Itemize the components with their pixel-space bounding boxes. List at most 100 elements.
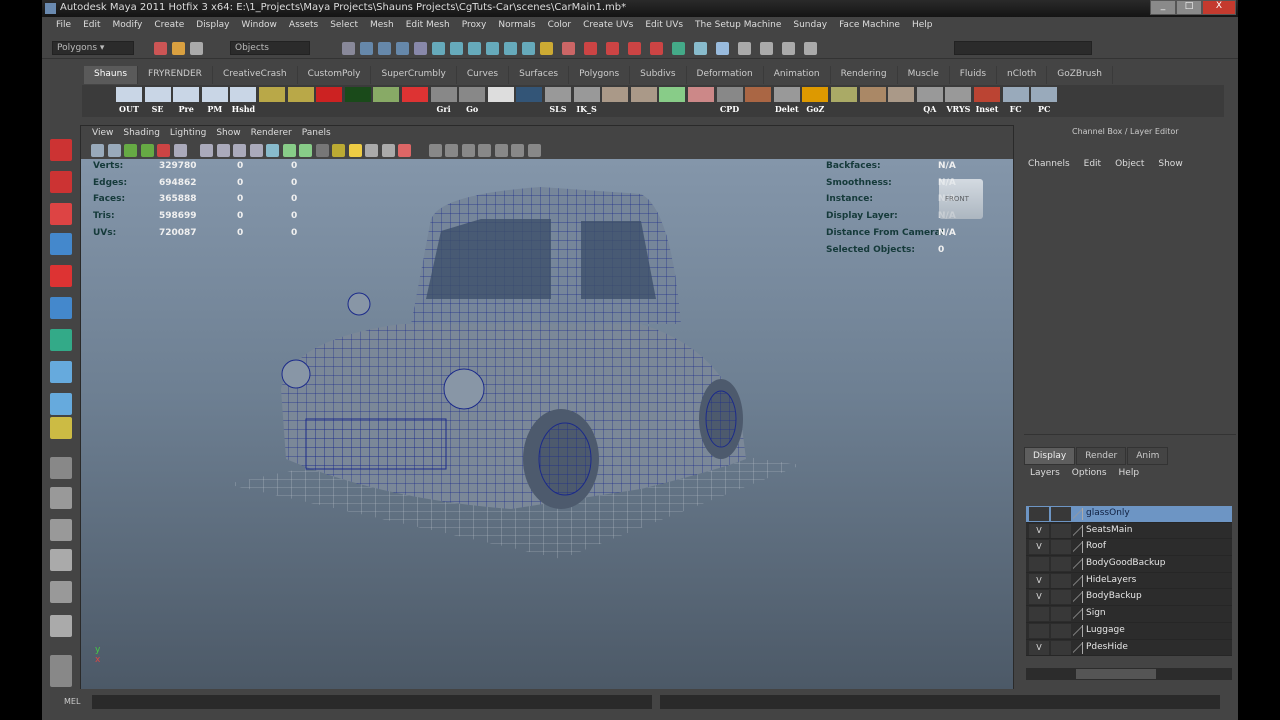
panel-menu-renderer[interactable]: Renderer [246, 126, 297, 142]
panel-tool-icon[interactable] [398, 144, 411, 157]
panel-tool-icon[interactable] [249, 144, 263, 157]
status-tool-icon[interactable] [738, 42, 751, 55]
shelf-tab-supercrumbly[interactable]: SuperCrumbly [371, 66, 457, 84]
shelf-button-se[interactable]: SE [144, 87, 171, 114]
tool-icon[interactable] [50, 203, 72, 225]
shelf-button-goz[interactable]: GoZ [802, 87, 829, 114]
shelf-button-tool-26[interactable] [859, 87, 886, 114]
layer-row[interactable]: V Roof [1026, 539, 1232, 557]
layer-color-swatch[interactable] [1073, 541, 1083, 554]
tool-icon[interactable] [50, 393, 72, 415]
shelf-button-vrys[interactable]: VRYS [945, 87, 972, 114]
layer-row[interactable]: Luggage [1026, 623, 1232, 640]
status-tool-icon[interactable] [782, 42, 795, 55]
layer-row[interactable]: V SeatsMain [1026, 523, 1232, 540]
status-tool-icon[interactable] [414, 42, 427, 55]
layer-color-swatch[interactable] [1073, 574, 1083, 587]
tool-icon[interactable] [50, 487, 72, 509]
menu-window[interactable]: Window [235, 17, 283, 36]
shelf-button-tool-22[interactable] [745, 87, 772, 114]
tool-icon[interactable] [50, 361, 72, 383]
layer-row[interactable]: glassOnly [1026, 506, 1232, 523]
shelf-button-inset[interactable]: Inset [974, 87, 1000, 114]
tool-icon[interactable] [50, 665, 72, 687]
status-tool-icon[interactable] [190, 42, 203, 55]
panel-tool-icon[interactable] [461, 144, 475, 157]
panel-tool-icon[interactable] [140, 144, 154, 157]
panel-tool-icon[interactable] [445, 144, 458, 157]
panel-tool-icon[interactable] [173, 144, 187, 157]
shelf-button-tool-10[interactable] [402, 87, 428, 114]
status-tool-icon[interactable] [396, 42, 409, 55]
menu-create-uvs[interactable]: Create UVs [577, 17, 639, 36]
layer-menu-layers[interactable]: Layers [1030, 468, 1060, 478]
menu-edit-uvs[interactable]: Edit UVs [639, 17, 689, 36]
tool-icon[interactable] [50, 297, 72, 319]
shelf-tab-animation[interactable]: Animation [764, 66, 831, 84]
layer-visibility-toggle[interactable]: V [1029, 590, 1049, 605]
shelf-tab-subdivs[interactable]: Subdivs [630, 66, 687, 84]
layer-playback-toggle[interactable] [1051, 557, 1071, 572]
shelf-button-tool-20[interactable] [688, 87, 714, 114]
channel-menu-object[interactable]: Object [1115, 159, 1144, 169]
layer-row[interactable]: V HideLayers [1026, 573, 1232, 590]
menu-set-dropdown[interactable]: Polygons ▾ [52, 41, 134, 55]
tool-icon[interactable] [50, 233, 72, 255]
status-tool-icon[interactable] [342, 42, 355, 55]
status-tool-icon[interactable] [540, 42, 553, 55]
status-tool-icon[interactable] [562, 42, 575, 55]
panel-tool-icon[interactable] [124, 144, 137, 157]
layer-row[interactable]: V PdesHide [1026, 640, 1232, 657]
status-tool-icon[interactable] [650, 42, 663, 55]
menu-edit[interactable]: Edit [77, 17, 106, 36]
shelf-tab-fryrender[interactable]: FRYRENDER [138, 66, 213, 84]
minimize-button[interactable]: _ [1150, 0, 1176, 15]
panel-tool-icon[interactable] [332, 144, 345, 157]
panel-tool-icon[interactable] [494, 144, 508, 157]
shelf-button-gri[interactable]: Gri [430, 87, 457, 114]
status-tool-icon[interactable] [628, 42, 641, 55]
layer-color-swatch[interactable] [1073, 624, 1083, 637]
status-tool-icon[interactable] [154, 42, 167, 55]
shelf-button-delet[interactable]: Delet [773, 87, 800, 114]
channel-list[interactable] [1024, 175, 1236, 435]
panel-tool-icon[interactable] [233, 144, 246, 157]
panel-tool-icon[interactable] [428, 144, 442, 157]
layer-color-swatch[interactable] [1073, 558, 1083, 571]
panel-tool-icon[interactable] [107, 144, 121, 157]
shelf-tab-ncloth[interactable]: nCloth [997, 66, 1048, 84]
shelf-tab-creativecrash[interactable]: CreativeCrash [213, 66, 298, 84]
layer-playback-toggle[interactable] [1051, 607, 1071, 622]
panel-tool-icon[interactable] [91, 144, 104, 157]
tool-icon[interactable] [50, 581, 72, 603]
panel-tool-icon[interactable] [216, 144, 230, 157]
layer-playback-toggle[interactable] [1051, 507, 1071, 521]
shelf-button-cpd[interactable]: CPD [716, 87, 743, 114]
layer-color-swatch[interactable] [1073, 608, 1083, 621]
menu-select[interactable]: Select [324, 17, 364, 36]
shelf-button-tool-13[interactable] [487, 87, 514, 114]
layer-visibility-toggle[interactable] [1029, 623, 1049, 638]
shelf-button-tool-17[interactable] [602, 87, 629, 114]
menu-color[interactable]: Color [542, 17, 578, 36]
mel-input[interactable] [92, 695, 652, 709]
shelf-tab-polygons[interactable]: Polygons [569, 66, 631, 84]
view-cube[interactable]: FRONT [939, 179, 983, 219]
tool-icon[interactable] [50, 171, 72, 193]
tool-icon[interactable] [50, 265, 72, 287]
layer-color-swatch[interactable] [1073, 591, 1083, 604]
tool-icon[interactable] [50, 417, 72, 439]
panel-tool-icon[interactable] [348, 144, 362, 157]
status-tool-icon[interactable] [504, 42, 517, 55]
shelf-button-tool-5[interactable] [259, 87, 285, 114]
tool-icon[interactable] [50, 615, 72, 637]
layer-playback-toggle[interactable] [1051, 590, 1071, 605]
shelf-button-fc[interactable]: FC [1002, 87, 1029, 114]
shelf-button-sls[interactable]: SLS [545, 87, 571, 114]
menu-file[interactable]: File [50, 17, 77, 36]
status-tool-icon[interactable] [360, 42, 373, 55]
panel-tool-icon[interactable] [478, 144, 491, 157]
shelf-button-tool-18[interactable] [630, 87, 657, 114]
panel-tool-icon[interactable] [157, 144, 170, 157]
tool-icon[interactable] [50, 329, 72, 351]
